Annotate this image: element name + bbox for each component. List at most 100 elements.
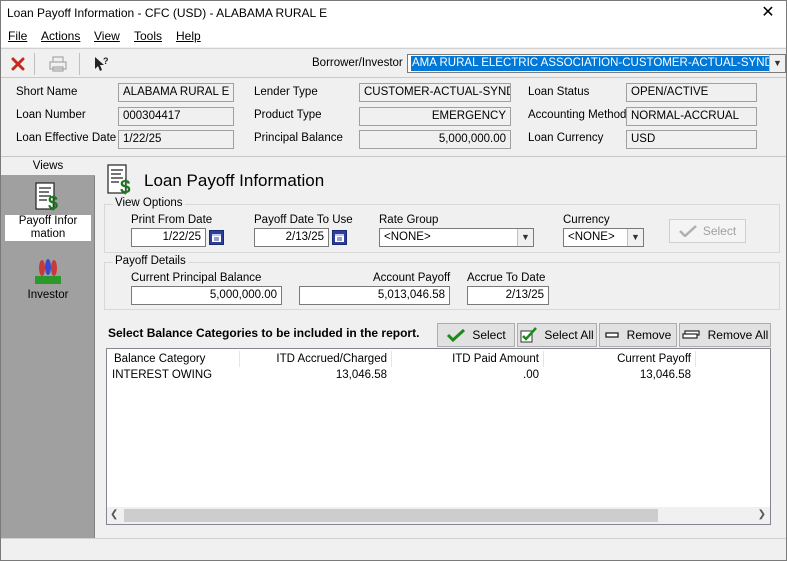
cell-current-payoff: 13,046.58	[639, 369, 691, 381]
short-name-field: ALABAMA RURAL E	[118, 83, 234, 102]
loan-status-field: OPEN/ACTIVE	[626, 83, 757, 102]
column-header-current-payoff[interactable]: Current Payoff	[547, 353, 691, 365]
loan-number-field: 000304417	[118, 107, 234, 126]
window-title: Loan Payoff Information - CFC (USD) - AL…	[7, 6, 328, 20]
printer-icon	[49, 56, 67, 72]
rate-group-label: Rate Group	[379, 214, 439, 226]
views-header: Views	[1, 158, 95, 176]
remove-minus-icon	[605, 332, 619, 338]
menu-file[interactable]: File	[8, 29, 27, 43]
horizontal-scrollbar[interactable]: ❮ ❯	[107, 507, 770, 524]
borrower-investor-label: Borrower/Investor	[312, 57, 403, 69]
red-x-icon	[11, 57, 25, 71]
remove-all-icon	[682, 330, 700, 339]
view-options-title: View Options	[113, 197, 185, 209]
remove-all-button[interactable]: Remove All	[679, 323, 771, 347]
table-row[interactable]: INTEREST OWING 13,046.58 .00 13,046.58	[107, 369, 770, 385]
scrollbar-thumb[interactable]	[124, 509, 658, 522]
short-name-label: Short Name	[16, 86, 78, 98]
title-bar: Loan Payoff Information - CFC (USD) - AL…	[1, 1, 786, 27]
scroll-left-icon[interactable]: ❮	[110, 509, 118, 520]
accrue-to-label: Accrue To Date	[467, 272, 546, 284]
investors-icon	[35, 259, 61, 284]
view-options-group: View Options Print From Date 1/22/25 Pay…	[104, 197, 780, 253]
accrue-to-field: 2/13/25	[467, 286, 549, 305]
rate-group-value: <NONE>	[384, 231, 431, 243]
chevron-down-icon[interactable]: ▼	[769, 55, 785, 72]
help-pointer-button[interactable]: ?	[87, 51, 115, 77]
borrower-selected-text: AMA RURAL ELECTRIC ASSOCIATION-CUSTOMER-…	[411, 56, 774, 71]
effective-date-label: Loan Effective Date	[16, 132, 117, 144]
balance-select-button[interactable]: Select	[437, 323, 515, 347]
main-content: $ Loan Payoff Information View Options P…	[96, 158, 786, 538]
payoff-details-title: Payoff Details	[113, 255, 188, 267]
sidebar-item-investor[interactable]: Investor	[5, 258, 91, 301]
scroll-right-icon[interactable]: ❯	[758, 509, 766, 520]
view-select-button[interactable]: Select	[669, 219, 746, 243]
currency-select[interactable]: <NONE> ▼	[563, 228, 644, 247]
remove-button[interactable]: Remove	[599, 323, 677, 347]
sidebar-item-payoff-information[interactable]: $ Payoff Infor mation	[5, 182, 91, 241]
document-dollar-icon: $	[35, 182, 58, 213]
cell-itd-paid: .00	[523, 369, 539, 381]
calendar-icon[interactable]	[332, 230, 347, 245]
principal-balance-label: Principal Balance	[254, 132, 343, 144]
column-header-category[interactable]: Balance Category	[114, 353, 205, 365]
select-all-label: Select All	[544, 328, 594, 342]
calendar-icon[interactable]	[209, 230, 224, 245]
loan-info-panel: Short Name ALABAMA RURAL E Loan Number 0…	[1, 79, 786, 157]
sidebar-label-investor: Investor	[27, 289, 69, 301]
checkmark-icon	[678, 225, 697, 237]
menu-tools[interactable]: Tools	[134, 29, 162, 43]
svg-text:?: ?	[103, 56, 109, 66]
cell-itd-accrued: 13,046.58	[335, 369, 387, 381]
loan-currency-label: Loan Currency	[528, 132, 604, 144]
column-header-itd-paid[interactable]: ITD Paid Amount	[397, 353, 539, 365]
menu-view[interactable]: View	[94, 29, 120, 43]
borrower-investor-combo[interactable]: AMA RURAL ELECTRIC ASSOCIATION-CUSTOMER-…	[407, 54, 786, 73]
close-window-button[interactable]: ✕	[758, 3, 778, 23]
status-bar	[1, 538, 786, 560]
select-all-button[interactable]: Select All	[517, 323, 597, 347]
effective-date-field: 1/22/25	[118, 130, 234, 149]
document-dollar-icon: $	[107, 164, 131, 196]
chevron-down-icon[interactable]: ▼	[517, 229, 533, 246]
menu-help[interactable]: Help	[176, 29, 201, 43]
currency-value: <NONE>	[568, 231, 615, 243]
delete-button[interactable]	[4, 51, 32, 77]
print-from-input[interactable]: 1/22/25	[131, 228, 206, 247]
current-principal-label: Current Principal Balance	[131, 272, 262, 284]
sidebar-label-line2: mation	[30, 228, 66, 240]
column-header-itd-accrued[interactable]: ITD Accrued/Charged	[247, 353, 387, 365]
svg-text:$: $	[48, 193, 58, 212]
lender-type-label: Lender Type	[254, 86, 318, 98]
product-type-label: Product Type	[254, 109, 322, 121]
payoff-to-label: Payoff Date To Use	[254, 214, 353, 226]
menu-bar: File Actions View Tools Help	[1, 27, 786, 47]
accounting-method-field: NORMAL-ACCRUAL	[626, 107, 757, 126]
lender-type-field: CUSTOMER-ACTUAL-SYND	[359, 83, 511, 102]
print-button[interactable]	[44, 51, 72, 77]
balance-select-label: Select	[472, 328, 506, 342]
accounting-method-label: Accounting Method	[528, 109, 627, 121]
principal-balance-field: 5,000,000.00	[359, 130, 511, 149]
checkmark-icon	[447, 328, 466, 342]
rate-group-select[interactable]: <NONE> ▼	[379, 228, 534, 247]
loan-number-label: Loan Number	[16, 109, 86, 121]
remove-label: Remove	[626, 328, 672, 342]
checkbox-checked-icon	[520, 327, 538, 343]
payoff-to-input[interactable]: 2/13/25	[254, 228, 329, 247]
chevron-down-icon[interactable]: ▼	[627, 229, 643, 246]
remove-all-label: Remove All	[707, 328, 769, 342]
sidebar-label-line1: Payoff Infor	[18, 215, 78, 227]
current-principal-field: 5,000,000.00	[131, 286, 282, 305]
view-select-label: Select	[702, 224, 737, 238]
account-payoff-field: 5,013,046.58	[299, 286, 450, 305]
loan-status-label: Loan Status	[528, 86, 590, 98]
print-from-label: Print From Date	[131, 214, 213, 226]
balance-category-list[interactable]: Balance Category ITD Accrued/Charged ITD…	[106, 348, 771, 525]
product-type-field: EMERGENCY	[359, 107, 511, 126]
payoff-details-group: Payoff Details Current Principal Balance…	[104, 255, 780, 310]
views-sidebar: Views $ Payoff Infor mation Investor	[1, 158, 95, 538]
menu-actions[interactable]: Actions	[41, 29, 80, 43]
